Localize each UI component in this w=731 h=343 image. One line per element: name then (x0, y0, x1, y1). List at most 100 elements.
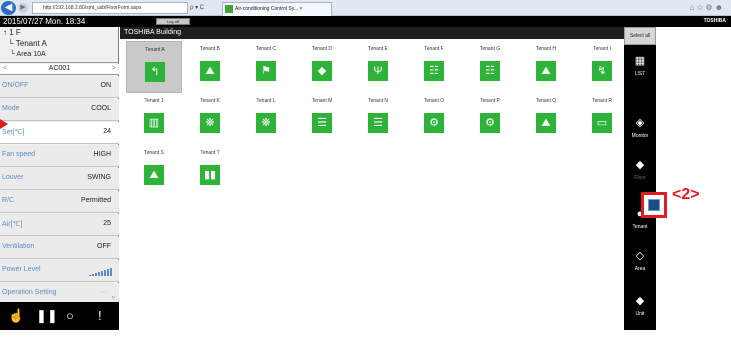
tenant-cell[interactable]: Tenant M ☰ (294, 93, 350, 145)
param-value: OFF (97, 243, 111, 250)
tenant-name: Tenant B (200, 46, 220, 52)
logoff-button[interactable]: Log off (156, 18, 190, 25)
tenant-cell[interactable]: Tenant J ▥ (126, 93, 182, 145)
browser-toolbar-icons[interactable]: ⌂☆⚙☻ (689, 3, 725, 12)
nav-unit-button[interactable]: ◆ Unit (624, 289, 656, 325)
unit-icon: ◆ (635, 295, 645, 307)
address-controls[interactable]: ρ ▾ C (190, 2, 204, 14)
tenant-name: Tenant Q (535, 98, 557, 104)
tenant-status-icon[interactable]: Ψ (368, 61, 388, 81)
tenant-name: Tenant G (479, 46, 501, 52)
hand-icon[interactable]: ☝ (8, 308, 24, 324)
nav-floor-button[interactable]: ◆ Floor (624, 153, 656, 189)
tenant-status-icon[interactable]: ⚙ (424, 113, 444, 133)
tenant-status-icon[interactable]: ▥ (144, 113, 164, 133)
tenant-cell[interactable]: Tenant D ◆ (294, 41, 350, 93)
tenant-cell[interactable]: Tenant O ⚙ (406, 93, 462, 145)
tree-tenant[interactable]: └ Tenant A (8, 39, 47, 48)
tenant-status-icon[interactable]: ❋ (256, 113, 276, 133)
pause-icon[interactable]: ❚❚ (36, 308, 58, 324)
tenant-name: Tenant J (144, 98, 164, 104)
tenant-cell[interactable]: Tenant G ☷ (462, 41, 518, 93)
tenant-status-icon[interactable]: ▭ (592, 113, 612, 133)
unit-detail-panel: ↑ 1 F └ Tenant A └ Area 10A < AC001 > ON… (0, 27, 119, 330)
building-title: TOSHIBA Building (120, 27, 624, 39)
tenant-cell[interactable]: Tenant A ↰ (126, 41, 182, 93)
back-icon[interactable]: ◀ (1, 1, 16, 15)
app-title-bar: 2015/07/27 Mon. 18:34 Log off TOSHIBA (0, 16, 731, 27)
tenant-cell[interactable]: Tenant K ❋ (182, 93, 238, 145)
exclamation-icon[interactable]: ! (98, 308, 102, 324)
param-label: Operation Setting (2, 289, 57, 296)
param-value: SWING (87, 174, 111, 181)
tree-tenant-label: Tenant A (15, 39, 47, 48)
param-row-setpoint[interactable]: Set[℃] 24 (0, 122, 119, 144)
param-label: Ventilation (2, 243, 35, 250)
tenant-cell[interactable]: Tenant P ⚙ (462, 93, 518, 145)
tenant-cell[interactable]: Tenant F ☷ (406, 41, 462, 93)
nav-monitor-button[interactable]: ◈ Monitor (624, 111, 656, 147)
tenant-cell[interactable]: Tenant H ⛰ (518, 41, 574, 93)
unit-selector[interactable]: < AC001 > (0, 64, 119, 75)
tenant-name: Tenant F (424, 46, 444, 52)
param-row-rc[interactable]: R/C Permitted (0, 191, 119, 213)
browser-tab[interactable]: Air-conditioning Control Sy... × (222, 2, 332, 16)
tenant-cell[interactable]: Tenant R ▭ (574, 93, 630, 145)
param-row-mode[interactable]: Mode COOL (0, 99, 119, 121)
tenant-status-icon[interactable]: ☰ (312, 113, 332, 133)
scroll-indicator[interactable]: » (112, 295, 115, 301)
forward-icon[interactable]: ▶ (18, 3, 28, 13)
list-icon: ▦ (634, 55, 646, 67)
tenant-name: Tenant K (200, 98, 220, 104)
nav-label: LIST (634, 71, 646, 77)
tenant-cell[interactable]: Tenant E Ψ (350, 41, 406, 93)
more-icon[interactable]: ··· (100, 289, 107, 296)
param-row-louver[interactable]: Louver SWING (0, 168, 119, 190)
tenant-cell[interactable]: Tenant L ❋ (238, 93, 294, 145)
param-row-onoff[interactable]: ON/OFF ON (0, 76, 119, 98)
tenant-cell[interactable]: Tenant S ⛰ (126, 145, 182, 197)
tenant-status-icon[interactable]: ☷ (424, 61, 444, 81)
tenant-cell[interactable]: Tenant Q ⛰ (518, 93, 574, 145)
window-icon[interactable] (648, 199, 660, 211)
address-bar[interactable]: http://192.168.2.80/smt_usb/FloorForm.as… (32, 2, 188, 14)
tenant-status-icon[interactable]: ⛰ (536, 113, 556, 133)
tree-floor[interactable]: ↑ 1 F (3, 28, 21, 37)
nav-area-button[interactable]: ◇ Area (624, 244, 656, 280)
tenant-name: Tenant S (144, 150, 164, 156)
prev-unit-button[interactable]: < (3, 64, 7, 74)
param-row-fan-speed[interactable]: Fan speed HIGH (0, 145, 119, 167)
browser-chrome: ◀ ▶ http://192.168.2.80/smt_usb/FloorFor… (0, 0, 731, 16)
param-row-ventilation[interactable]: Ventilation OFF (0, 237, 119, 259)
tenant-status-icon[interactable]: ↰ (145, 62, 165, 82)
tenant-cell[interactable]: Tenant B ⛰ (182, 41, 238, 93)
tenant-status-icon[interactable]: ◆ (312, 61, 332, 81)
tenant-cell[interactable]: Tenant C ⚑ (238, 41, 294, 93)
next-unit-button[interactable]: > (112, 64, 116, 74)
tenant-status-icon[interactable]: ⚙ (480, 113, 500, 133)
tenant-status-icon[interactable]: ☰ (368, 113, 388, 133)
tenant-name: Tenant H (535, 46, 556, 52)
nav-label: Area (634, 266, 646, 272)
tenant-status-icon[interactable]: ↯ (592, 61, 612, 81)
circle-icon[interactable]: ○ (66, 308, 74, 324)
nav-label: Floor (634, 175, 646, 181)
param-label: Louver (2, 174, 24, 181)
tenant-status-icon[interactable]: ⛰ (200, 61, 220, 81)
param-value: ON (100, 82, 112, 89)
tree-area[interactable]: └ Area 10A (10, 51, 46, 58)
tenant-name: Tenant T (200, 150, 220, 156)
nav-list-button[interactable]: ▦ LIST (624, 49, 656, 85)
tenant-cell[interactable]: Tenant N ☰ (350, 93, 406, 145)
tenant-status-icon[interactable]: ❋ (200, 113, 220, 133)
select-all-button[interactable]: Select all (624, 27, 656, 45)
tenant-status-icon[interactable]: ⛰ (536, 61, 556, 81)
brand-logo: TOSHIBA (703, 18, 726, 24)
tenant-status-icon[interactable]: ⚑ (256, 61, 276, 81)
tenant-cell[interactable]: Tenant I ↯ (574, 41, 630, 93)
tenant-status-icon[interactable]: ▮▮ (200, 165, 220, 185)
tenant-status-icon[interactable]: ☷ (480, 61, 500, 81)
tree-branch-icon: └ (8, 39, 16, 48)
tenant-cell[interactable]: Tenant T ▮▮ (182, 145, 238, 197)
tenant-status-icon[interactable]: ⛰ (144, 165, 164, 185)
